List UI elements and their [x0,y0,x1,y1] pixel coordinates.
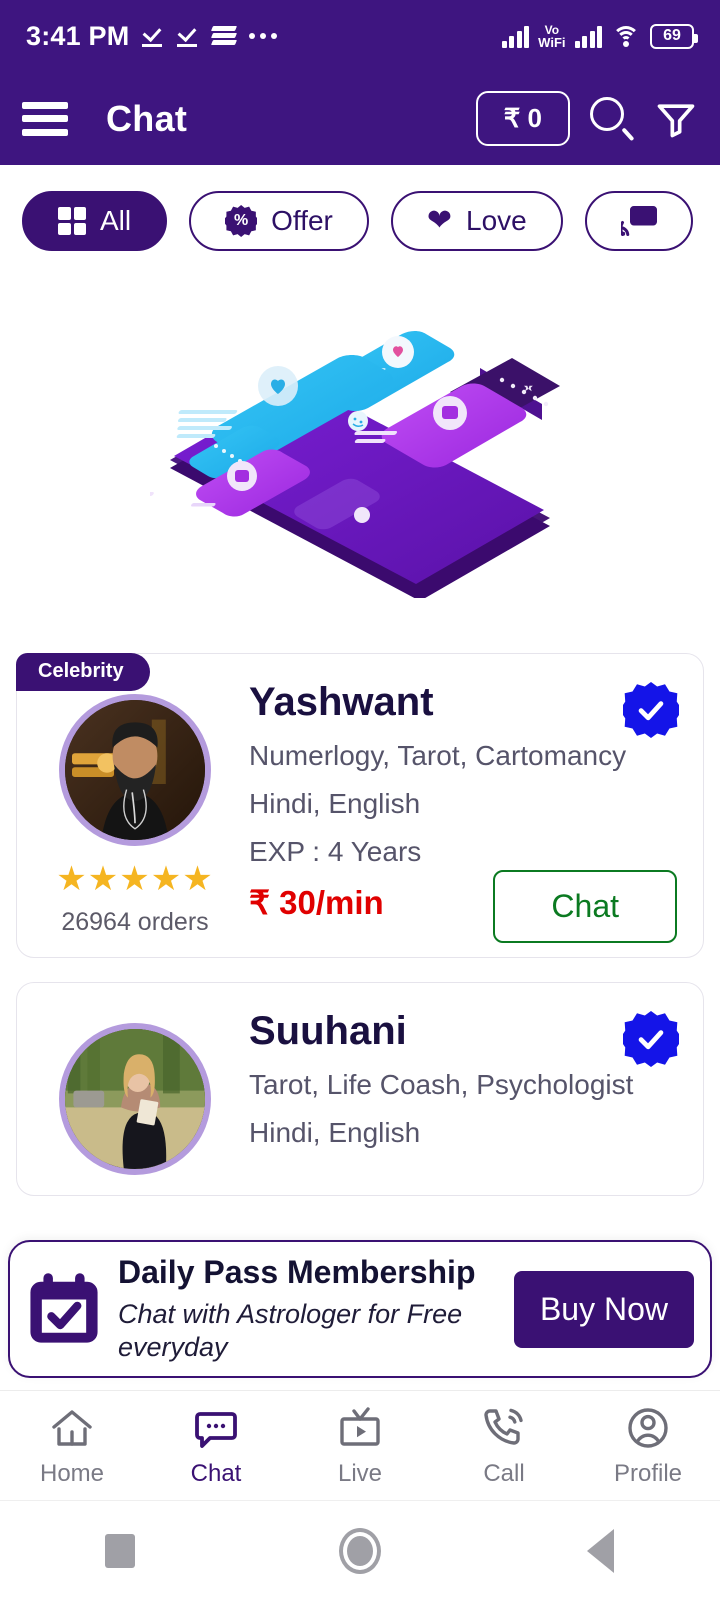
home-icon [45,1404,99,1452]
phone-call-icon [477,1404,531,1452]
wallet-balance-label: ₹ 0 [503,103,542,133]
system-recents-button[interactable] [0,1533,240,1568]
square-recents-icon [105,1533,135,1568]
avatar [59,1023,211,1175]
triangle-back-icon [586,1528,614,1573]
nav-label: Call [483,1459,525,1487]
status-bar: 3:41 PM Vo WiFi 69 [0,0,720,72]
tv-play-icon [333,1404,387,1452]
rating-stars: ★★★★★ [56,860,214,898]
orders-count: 26964 orders [61,908,209,936]
filter-chip-label: Offer [271,205,333,236]
astrologer-languages: Hindi, English [249,788,421,820]
hamburger-menu-icon[interactable] [22,101,68,136]
daily-pass-title: Daily Pass Membership [118,1254,476,1291]
signal-bars-icon [574,24,602,48]
nav-item-live[interactable]: Live [288,1404,432,1488]
astrologer-card-left: ★★★★★ 26964 orders [37,676,233,937]
wifi-icon [611,24,641,48]
astrologer-list: Celebrity ★★★★★ 26964 orders Yashwant Nu… [0,653,720,1196]
filter-chip-live[interactable] [584,191,693,251]
circle-home-icon [339,1527,381,1574]
person-circle-icon [621,1404,675,1452]
search-icon[interactable] [588,95,636,143]
page-title: Chat [106,97,188,139]
astrologer-name: Yashwant [249,680,434,724]
system-navigation-bar [0,1500,720,1600]
cast-live-icon [619,206,657,236]
daily-pass-text: Daily Pass Membership Chat with Astrolog… [118,1254,498,1363]
filter-chip-label: Love [466,205,527,236]
battery-icon: 69 [650,23,698,49]
nav-item-chat[interactable]: Chat [144,1404,288,1488]
calendar-check-icon [26,1271,102,1347]
volte-label-bottom: WiFi [538,34,566,50]
filter-chip-label: All [100,205,132,236]
app-bar: Chat ₹ 0 [0,72,720,165]
wallet-balance-button[interactable]: ₹ 0 [475,91,570,146]
astrologer-card-right: Suuhani Tarot, Life Coash, Psychologist … [249,1005,683,1175]
check-mark-icon [142,25,164,47]
status-bar-right: Vo WiFi 69 [501,23,698,49]
astrologer-languages: Hindi, English [249,1117,421,1149]
astrologer-card-right: Yashwant Numerlogy, Tarot, Cartomancy Hi… [249,676,683,943]
filter-funnel-icon[interactable] [654,96,698,142]
battery-percent-label: 69 [663,27,681,44]
discount-percent-icon: % [225,205,258,237]
check-icon [638,701,664,721]
volte-wifi-icon: Vo WiFi [538,24,565,49]
astrologer-skills: Numerlogy, Tarot, Cartomancy [249,740,627,771]
nav-item-home[interactable]: Home [0,1404,144,1488]
bottom-navigation: Home Chat Live Call Profile [0,1390,720,1500]
illustration-svg [150,331,560,598]
buy-now-button[interactable]: Buy Now [513,1270,694,1348]
check-icon [638,1030,664,1050]
grid-icon [58,207,86,235]
layers-icon [211,25,238,47]
more-dots-icon [249,33,278,39]
nav-item-call[interactable]: Call [432,1404,576,1488]
daily-pass-subtitle: Chat with Astrologer for Free everyday [118,1299,463,1362]
status-bar-left: 3:41 PM [26,20,278,52]
astrologer-card[interactable]: Celebrity ★★★★★ 26964 orders Yashwant Nu… [16,653,704,958]
nav-item-profile[interactable]: Profile [576,1404,720,1488]
avatar [59,694,211,846]
nav-label: Home [39,1459,105,1487]
status-bar-clock: 3:41 PM [26,20,130,51]
nav-label: Live [337,1459,383,1487]
filter-chip-love[interactable]: ❤ Love [390,191,563,251]
chat-phone-illustration [0,273,720,653]
nav-label: Profile [613,1459,683,1487]
filter-chip-all[interactable]: All [22,191,168,251]
avatar-photo [65,700,205,840]
filter-chip-row[interactable]: All % Offer ❤ Love [0,165,720,273]
system-back-button[interactable] [480,1528,720,1573]
signal-bars-icon [501,24,530,48]
chat-button[interactable]: Chat [493,870,677,943]
filter-chip-offer[interactable]: % Offer [189,191,369,251]
astrologer-skills: Tarot, Life Coash, Psychologist [249,1069,634,1100]
status-badge: Celebrity [16,653,150,691]
volte-label-top: Vo [544,22,560,37]
check-mark-icon [177,25,199,47]
chat-bubble-icon [189,1404,243,1452]
astrologer-card[interactable]: Suuhani Tarot, Life Coash, Psychologist … [16,982,704,1196]
avatar-photo [65,1029,205,1169]
astrologer-name: Suuhani [249,1009,407,1053]
system-home-button[interactable] [240,1527,480,1574]
astrologer-card-left [37,1005,233,1175]
nav-label: Chat [190,1459,242,1487]
astrologer-experience: EXP : 4 Years [249,836,422,868]
daily-pass-banner[interactable]: Daily Pass Membership Chat with Astrolog… [8,1240,712,1378]
heart-icon: ❤ [426,204,452,237]
